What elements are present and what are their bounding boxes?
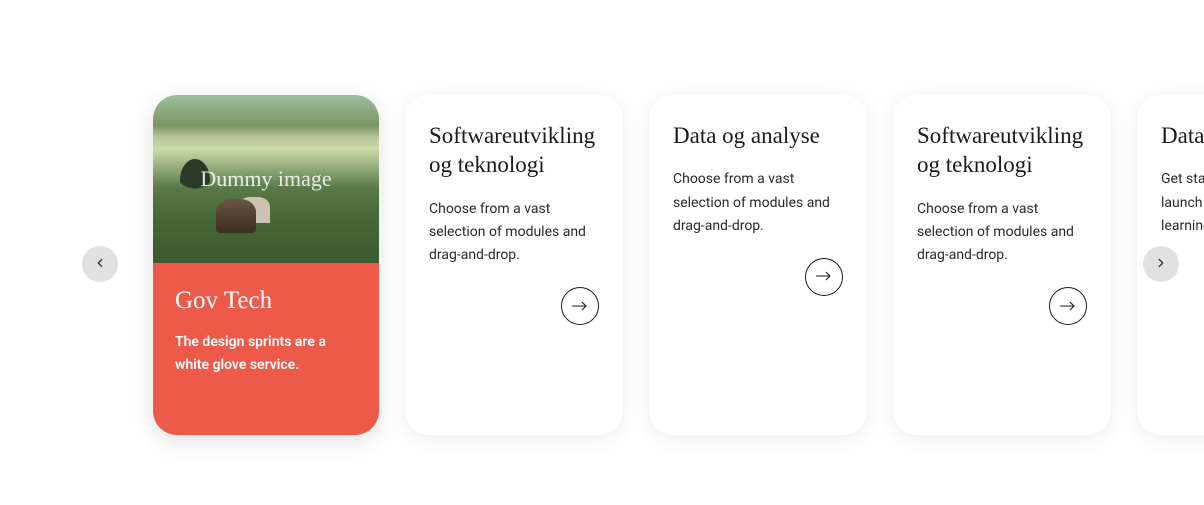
carousel: Dummy image Gov Tech The design sprints … [0,0,1204,505]
chevron-left-icon [93,256,107,273]
carousel-next-button[interactable] [1143,246,1179,282]
card-description: Choose from a vast selection of modules … [917,198,1087,267]
chevron-right-icon [1154,256,1168,273]
card-title: Softwareutvikling og teknologi [917,121,1087,180]
carousel-card[interactable]: Data og analyse Choose from a vast selec… [649,95,867,435]
carousel-prev-button[interactable] [82,246,118,282]
carousel-card-featured[interactable]: Dummy image Gov Tech The design sprints … [153,95,379,435]
card-body: Gov Tech The design sprints are a white … [153,263,379,435]
card-image: Dummy image [153,95,379,263]
card-description: Get started quickly and launch right awa… [1161,168,1204,237]
card-title: Softwareutvikling og teknologi [429,121,599,180]
card-arrow-button[interactable] [561,287,599,325]
carousel-card[interactable]: Softwareutvikling og teknologi Choose fr… [893,95,1111,435]
carousel-card[interactable]: Softwareutvikling og teknologi Choose fr… [405,95,623,435]
image-placeholder-label: Dummy image [200,166,331,191]
arrow-right-icon [1059,297,1077,316]
card-arrow-button[interactable] [1049,287,1087,325]
card-title: Gov Tech [175,287,357,315]
arrow-right-icon [815,267,833,286]
card-description: Choose from a vast selection of modules … [673,168,843,237]
arrow-right-icon [571,297,589,316]
card-title: Data og analyse [1161,121,1204,150]
card-description: The design sprints are a white glove ser… [175,331,357,377]
card-description: Choose from a vast selection of modules … [429,198,599,267]
card-arrow-button[interactable] [805,258,843,296]
card-title: Data og analyse [673,121,843,150]
carousel-track: Dummy image Gov Tech The design sprints … [153,95,1204,435]
